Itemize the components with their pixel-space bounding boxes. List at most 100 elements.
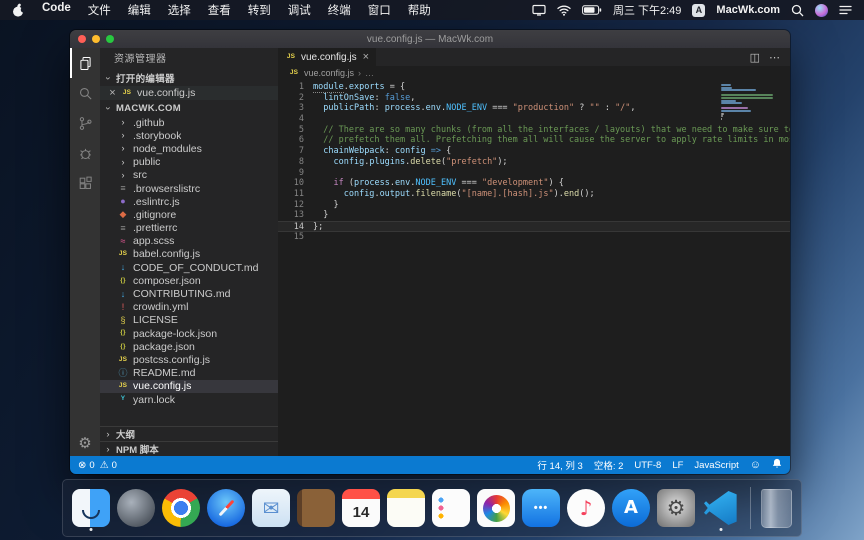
code-line-15[interactable]: 15 — [278, 232, 790, 243]
tree-item-postcss.config.js[interactable]: JSpostcss.config.js — [100, 353, 278, 366]
code-line-4[interactable]: 4 — [278, 114, 790, 125]
extensions-icon[interactable] — [70, 168, 100, 198]
tree-item-public[interactable]: ›public — [100, 156, 278, 169]
sidebar-section-1[interactable]: ›NPM 脚本 — [100, 441, 278, 456]
open-editor-item[interactable]: × JS vue.config.js — [100, 86, 278, 100]
dock-trash-icon[interactable] — [761, 489, 792, 528]
dock-calendar-icon[interactable]: 14 — [342, 489, 380, 527]
code-line-6[interactable]: 6 // prefetch them all. Prefetching them… — [278, 135, 790, 146]
notifications-bell-icon[interactable] — [772, 458, 782, 472]
tree-item-.browserslistrc[interactable]: ≡.browserslistrc — [100, 182, 278, 195]
title-bar[interactable]: vue.config.js — MacWk.com — [70, 30, 790, 48]
tree-item-.eslintrc.js[interactable]: ●.eslintrc.js — [100, 195, 278, 208]
code-line-12[interactable]: 12 } — [278, 200, 790, 211]
sidebar-section-0[interactable]: ›大纲 — [100, 426, 278, 441]
close-icon[interactable]: × — [108, 87, 117, 99]
tree-item-README.md[interactable]: ⓘREADME.md — [100, 367, 278, 380]
problems-errors[interactable]: ⊗ 0 — [78, 460, 95, 471]
code-line-13[interactable]: 13 } — [278, 210, 790, 221]
tree-item-.prettierrc[interactable]: ≡.prettierrc — [100, 222, 278, 235]
code-line-8[interactable]: 8 config.plugins.delete("prefetch"); — [278, 157, 790, 168]
cursor-position[interactable]: 行 14, 列 3 — [537, 458, 582, 472]
code-line-14[interactable]: 14}; — [278, 221, 790, 232]
tree-item-composer.json[interactable]: {}composer.json — [100, 274, 278, 287]
siri-icon[interactable] — [815, 4, 828, 17]
code-line-1[interactable]: 1module.exports = { — [278, 82, 790, 93]
tree-item-src[interactable]: ›src — [100, 169, 278, 182]
menu-item-7[interactable]: 终端 — [328, 2, 351, 18]
menu-item-3[interactable]: 选择 — [168, 2, 191, 18]
tree-item-node_modules[interactable]: ›node_modules — [100, 142, 278, 155]
display-icon[interactable] — [532, 4, 546, 16]
close-tab-icon[interactable]: × — [363, 51, 369, 63]
eol-sequence[interactable]: LF — [672, 460, 683, 471]
zoom-window-button[interactable] — [106, 35, 114, 43]
minimap[interactable] — [721, 84, 777, 123]
tree-item-CONTRIBUTING.md[interactable]: ↓CONTRIBUTING.md — [100, 287, 278, 300]
problems-warnings[interactable]: ⚠ 0 — [100, 460, 117, 471]
dock-launchpad-icon[interactable] — [117, 489, 155, 527]
tree-item-babel.config.js[interactable]: JSbabel.config.js — [100, 248, 278, 261]
code-editor[interactable]: 1module.exports = {2 lintOnSave: false,3… — [278, 80, 790, 456]
minimize-window-button[interactable] — [92, 35, 100, 43]
code-line-3[interactable]: 3 publicPath: process.env.NODE_ENV === "… — [278, 103, 790, 114]
input-method-icon[interactable]: A — [692, 4, 705, 17]
notification-center-icon[interactable] — [839, 5, 852, 15]
menu-item-4[interactable]: 查看 — [208, 2, 231, 18]
wifi-icon[interactable] — [557, 5, 571, 16]
code-line-7[interactable]: 7 chainWebpack: config => { — [278, 146, 790, 157]
dock-notes-icon[interactable] — [387, 489, 425, 527]
dock-messages-icon[interactable]: ••• — [522, 489, 560, 527]
tree-item-package.json[interactable]: {}package.json — [100, 340, 278, 353]
explorer-icon[interactable] — [70, 48, 100, 78]
debug-icon[interactable] — [70, 138, 100, 168]
menu-clock[interactable]: 周三 下午2:49 — [613, 2, 681, 18]
code-line-2[interactable]: 2 lintOnSave: false, — [278, 93, 790, 104]
code-line-10[interactable]: 10 if (process.env.NODE_ENV === "develop… — [278, 178, 790, 189]
code-line-5[interactable]: 5 // There are so many chunks (from all … — [278, 125, 790, 136]
tree-item-LICENSE[interactable]: §LICENSE — [100, 314, 278, 327]
indentation[interactable]: 空格: 2 — [594, 458, 624, 472]
dock-vscode-icon[interactable] — [702, 489, 740, 527]
search-icon[interactable] — [70, 78, 100, 108]
tree-item-.storybook[interactable]: ›.storybook — [100, 129, 278, 142]
close-window-button[interactable] — [78, 35, 86, 43]
breadcrumb[interactable]: JS vue.config.js › … — [278, 66, 790, 80]
tree-item-CODE_OF_CONDUCT.md[interactable]: ↓CODE_OF_CONDUCT.md — [100, 261, 278, 274]
tree-item-package-lock.json[interactable]: {}package-lock.json — [100, 327, 278, 340]
settings-gear-icon[interactable]: ⚙ — [78, 434, 91, 452]
menu-item-6[interactable]: 调试 — [288, 2, 311, 18]
tree-item-crowdin.yml[interactable]: !crowdin.yml — [100, 301, 278, 314]
dock-system-preferences-icon[interactable]: ⚙ — [657, 489, 695, 527]
tree-item-app.scss[interactable]: ≈app.scss — [100, 235, 278, 248]
language-mode[interactable]: JavaScript — [694, 460, 738, 471]
split-editor-icon[interactable]: ◫ — [750, 51, 760, 64]
dock-music-icon[interactable]: ♪ — [567, 489, 605, 527]
tree-item-yarn.lock[interactable]: Yyarn.lock — [100, 393, 278, 406]
dock-app-store-icon[interactable]: A — [612, 489, 650, 527]
dock-chrome-icon[interactable] — [162, 489, 200, 527]
menu-extra-title[interactable]: MacWk.com — [716, 4, 780, 16]
folder-root-header[interactable]: › MACWK.COM — [100, 100, 278, 116]
more-actions-icon[interactable]: ⋯ — [769, 51, 780, 64]
dock-contacts-icon[interactable] — [297, 489, 335, 527]
tree-item-vue.config.js[interactable]: JSvue.config.js — [100, 380, 278, 393]
dock-photos-icon[interactable] — [477, 489, 515, 527]
menu-item-1[interactable]: 文件 — [88, 2, 111, 18]
open-editors-header[interactable]: › 打开的编辑器 — [100, 70, 278, 86]
menu-item-5[interactable]: 转到 — [248, 2, 271, 18]
menu-item-8[interactable]: 窗口 — [368, 2, 391, 18]
menu-item-2[interactable]: 编辑 — [128, 2, 151, 18]
code-line-11[interactable]: 11 config.output.filename("[name].[hash]… — [278, 189, 790, 200]
dock-finder-icon[interactable] — [72, 489, 110, 527]
tree-item-.github[interactable]: ›.github — [100, 116, 278, 129]
encoding[interactable]: UTF-8 — [634, 460, 661, 471]
battery-icon[interactable] — [582, 5, 602, 15]
menu-item-0[interactable]: Code — [42, 2, 71, 18]
feedback-smiley-icon[interactable]: ☺ — [750, 459, 761, 471]
menu-item-9[interactable]: 帮助 — [408, 2, 431, 18]
tree-item-.gitignore[interactable]: ◆.gitignore — [100, 208, 278, 221]
tab-vue-config-js[interactable]: JS vue.config.js × — [278, 48, 376, 66]
dock-reminders-icon[interactable] — [432, 489, 470, 527]
code-line-9[interactable]: 9 — [278, 168, 790, 179]
